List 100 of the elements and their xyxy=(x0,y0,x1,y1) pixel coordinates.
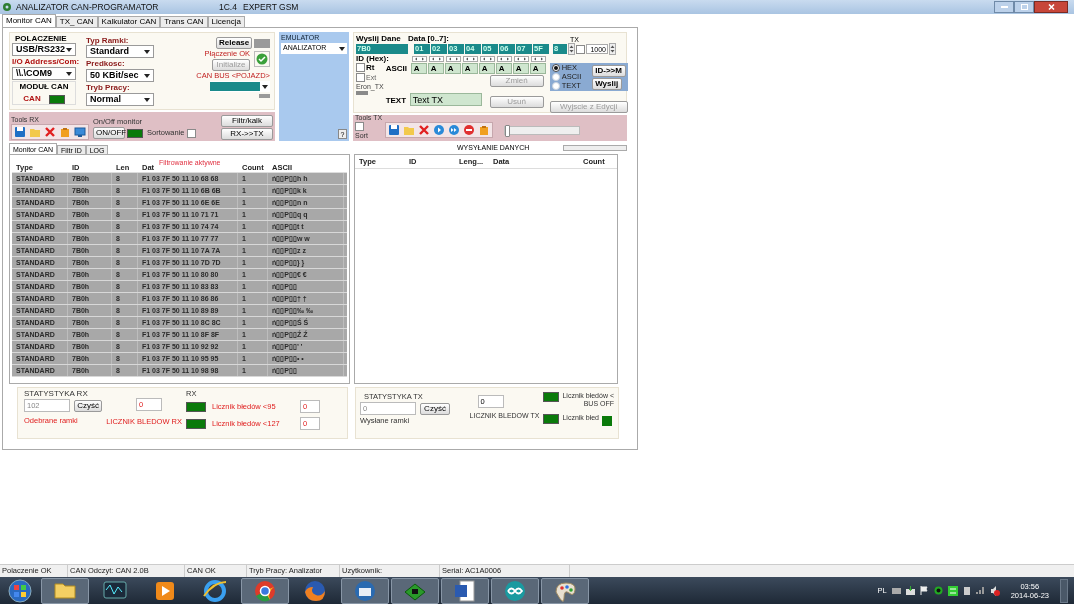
id-to-m-button[interactable]: ID->>M xyxy=(591,64,626,77)
taskbar-button[interactable] xyxy=(541,577,589,604)
clear-button[interactable]: Czyść xyxy=(420,402,450,415)
clipboard-icon[interactable] xyxy=(478,124,491,136)
status-square xyxy=(254,38,270,48)
keyboard-icon[interactable] xyxy=(891,587,901,594)
slider-thumb[interactable] xyxy=(505,125,511,137)
ring-icon[interactable] xyxy=(933,586,943,595)
signal-icon[interactable] xyxy=(975,587,985,594)
ascii-field[interactable]: A xyxy=(410,63,427,74)
ascii-field[interactable]: A xyxy=(495,63,512,74)
caret-icon xyxy=(262,84,268,89)
version-label: 1C.4 xyxy=(219,0,238,14)
transfer-icon[interactable] xyxy=(947,585,958,596)
sort-checkbox[interactable] xyxy=(355,122,364,131)
checkbox-label: Rt xyxy=(366,63,375,72)
inbox-icon[interactable] xyxy=(905,586,915,595)
delete-icon[interactable] xyxy=(44,126,56,138)
group-title: MODUŁ CAN xyxy=(19,82,69,91)
status-bar-indicator xyxy=(259,94,270,98)
rx-to-tx-button[interactable]: RX->>TX xyxy=(221,128,273,140)
spinner-icon[interactable] xyxy=(446,56,461,62)
field-label: Predkosc: xyxy=(86,59,126,69)
spinner-icon[interactable] xyxy=(497,56,512,62)
frame-type-dropdown[interactable]: Standard xyxy=(86,45,154,58)
window-title: ANALIZATOR CAN-PROGRAMATOR xyxy=(16,0,160,14)
group-title: POLACZENIE xyxy=(15,34,68,43)
release-button[interactable]: Release xyxy=(216,37,252,49)
globe-icon xyxy=(202,577,228,604)
play-icon[interactable] xyxy=(433,124,446,136)
send-button[interactable]: Wyslij xyxy=(591,77,622,90)
clear-button[interactable]: Czyść xyxy=(74,399,102,412)
taskbar-button[interactable] xyxy=(441,577,489,604)
stop-icon[interactable] xyxy=(463,124,476,136)
maximize-button[interactable] xyxy=(1014,1,1034,13)
status-bar-indicator xyxy=(356,91,368,95)
spinner-icon[interactable] xyxy=(531,56,546,62)
sort-checkbox[interactable] xyxy=(186,128,196,138)
close-icon xyxy=(1047,4,1055,10)
taskbar-button[interactable] xyxy=(341,577,389,604)
ascii-field[interactable]: A xyxy=(478,63,495,74)
document-icon xyxy=(452,577,478,604)
ascii-field[interactable]: A xyxy=(461,63,478,74)
speed-dropdown[interactable]: 50 KBit/sec xyxy=(86,69,154,82)
spinner-icon[interactable] xyxy=(480,56,495,62)
monitor-icon[interactable] xyxy=(74,126,86,138)
tx-checkbox[interactable] xyxy=(576,44,585,54)
field-label: Tryb Pracy: xyxy=(86,83,131,93)
minimize-icon xyxy=(1000,6,1008,8)
speaker-icon[interactable] xyxy=(989,585,1000,596)
caret-icon xyxy=(66,47,72,52)
taskbar-button[interactable] xyxy=(491,577,539,604)
ext-checkbox[interactable] xyxy=(356,73,365,82)
text-field[interactable]: Text TX xyxy=(409,92,482,106)
bus-dropdown[interactable] xyxy=(210,81,270,92)
spinner-icon[interactable] xyxy=(429,56,444,62)
ascii-field[interactable]: A xyxy=(444,63,461,74)
field-label: I/O Address/Com: xyxy=(12,57,81,67)
rt-checkbox[interactable] xyxy=(356,63,365,72)
can-label: CAN xyxy=(23,93,41,105)
fast-forward-icon[interactable] xyxy=(448,124,461,136)
save-icon[interactable] xyxy=(14,126,26,138)
edition-label: EXPERT GSM xyxy=(243,0,299,14)
save-icon[interactable] xyxy=(388,124,401,136)
spinner-icon[interactable] xyxy=(463,56,478,62)
taskbar-button[interactable] xyxy=(41,577,89,604)
group-title: Wyslij Dane xyxy=(356,35,402,43)
spinner-icon[interactable] xyxy=(514,56,529,62)
spinner-icon[interactable] xyxy=(412,56,427,62)
field-label: ASCII xyxy=(385,64,408,73)
minimize-button[interactable] xyxy=(994,1,1014,13)
ascii-field[interactable]: A xyxy=(529,63,546,74)
field-label: Data [0..7]: xyxy=(408,35,450,43)
caret-icon xyxy=(66,71,72,76)
maximize-icon xyxy=(1020,4,1028,10)
monitor-toggle-button[interactable]: ON/OFF xyxy=(93,127,125,139)
close-button[interactable] xyxy=(1034,1,1068,13)
spinner-icon[interactable] xyxy=(568,43,575,55)
port-dropdown[interactable]: USB/RS232 xyxy=(12,43,76,56)
address-dropdown[interactable]: \\.\COM9 xyxy=(12,67,76,80)
delete-icon[interactable] xyxy=(418,124,431,136)
ascii-field[interactable]: A xyxy=(427,63,444,74)
ascii-field[interactable]: A xyxy=(512,63,529,74)
field-label: TEXT xyxy=(385,97,408,105)
caret-icon xyxy=(144,49,150,54)
tab[interactable]: Monitor CAN xyxy=(2,14,56,27)
caret-icon xyxy=(339,46,345,51)
device-icon[interactable] xyxy=(962,585,971,596)
spinner-icon[interactable] xyxy=(609,43,616,55)
taskbar-button[interactable] xyxy=(241,577,289,604)
field-label: Typ Ramki: xyxy=(86,36,130,45)
filter-button[interactable]: Filtr/kalk xyxy=(221,115,273,127)
field-label: ID (Hex): xyxy=(356,55,390,63)
clipboard-icon[interactable] xyxy=(59,126,71,138)
taskbar-button[interactable] xyxy=(391,577,439,604)
mode-dropdown[interactable]: Normal xyxy=(86,93,154,106)
flag-icon[interactable] xyxy=(919,586,929,595)
start-orb-icon xyxy=(8,578,32,603)
radio-button[interactable] xyxy=(551,64,560,72)
group-title: STATYSTYKA RX xyxy=(24,389,89,399)
